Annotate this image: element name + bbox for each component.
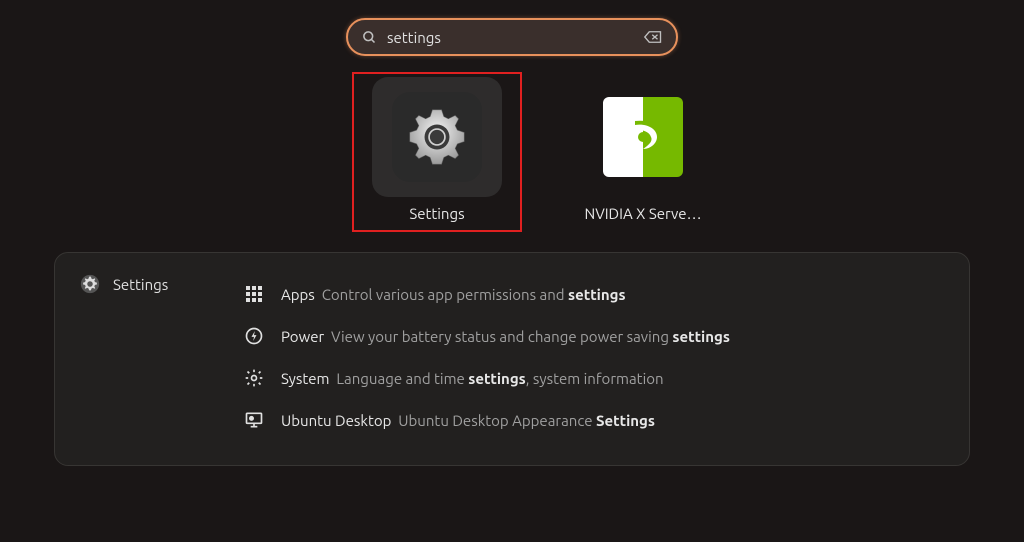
- gear-icon: [392, 92, 482, 182]
- app-settings-label: Settings: [409, 205, 464, 222]
- search-input[interactable]: [377, 29, 644, 46]
- result-text: Power View your battery status and chang…: [281, 328, 730, 345]
- system-gear-icon: [243, 367, 265, 389]
- result-ubuntu-desktop[interactable]: Ubuntu Desktop Ubuntu Desktop Appearance…: [243, 399, 937, 441]
- desktop-icon: [243, 409, 265, 431]
- clear-icon[interactable]: [644, 30, 662, 44]
- app-nvidia-icon-wrap: [578, 77, 708, 197]
- grid-icon: [243, 283, 265, 305]
- gear-icon: [79, 273, 101, 295]
- result-power[interactable]: Power View your battery status and chang…: [243, 315, 937, 357]
- app-settings[interactable]: Settings: [352, 72, 522, 232]
- result-text: Apps Control various app permissions and…: [281, 286, 626, 303]
- search-icon: [362, 30, 377, 45]
- power-icon: [243, 325, 265, 347]
- results-category-label: Settings: [113, 276, 168, 293]
- app-nvidia[interactable]: NVIDIA X Serve…: [558, 72, 728, 232]
- results-panel: Settings Apps Control various app permis…: [54, 252, 970, 466]
- search-box[interactable]: [346, 18, 678, 56]
- app-grid: Settings NVIDIA X Serve…: [0, 56, 1024, 232]
- results-list: Apps Control various app permissions and…: [243, 273, 937, 441]
- search-container: [0, 0, 1024, 56]
- result-text: System Language and time settings, syste…: [281, 370, 664, 387]
- result-apps[interactable]: Apps Control various app permissions and…: [243, 273, 937, 315]
- app-nvidia-label: NVIDIA X Serve…: [584, 205, 701, 222]
- nvidia-icon: [603, 97, 683, 177]
- app-settings-icon-wrap: [372, 77, 502, 197]
- result-text: Ubuntu Desktop Ubuntu Desktop Appearance…: [281, 412, 655, 429]
- result-system[interactable]: System Language and time settings, syste…: [243, 357, 937, 399]
